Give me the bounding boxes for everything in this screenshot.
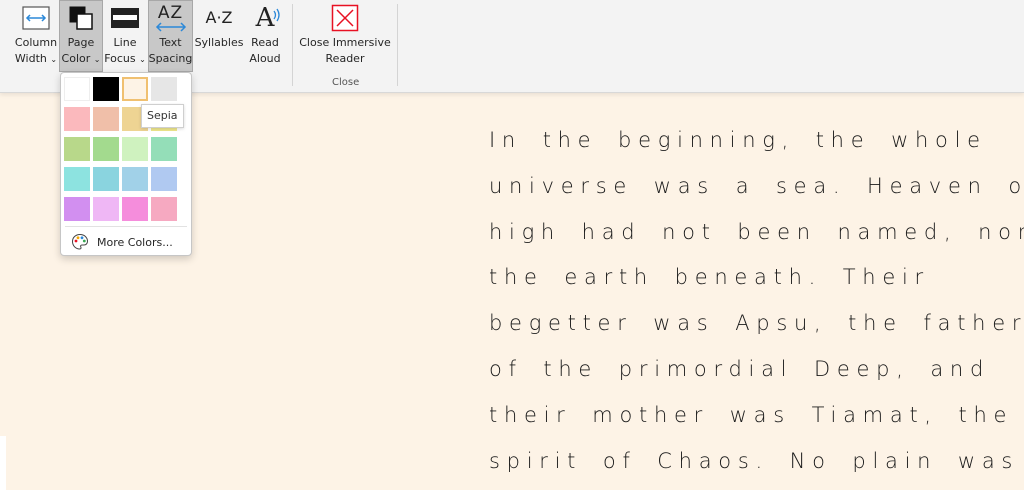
page-color-label-2: Color (61, 52, 91, 65)
close-icon (300, 1, 390, 35)
close-reader-label-1: Close Immersive (299, 36, 391, 49)
column-width-label-2: Width (14, 52, 47, 65)
color-swatch-black[interactable] (93, 77, 119, 101)
text-spacing-label-2: Spacing (148, 52, 193, 65)
close-reader-label-2: Reader (325, 52, 365, 65)
chevron-down-icon: ⌄ (50, 55, 58, 64)
chevron-down-icon: ⌄ (93, 55, 101, 64)
color-swatch-white[interactable] (64, 77, 90, 101)
ribbon-divider (292, 4, 293, 86)
color-swatch-sky-blue[interactable] (122, 167, 148, 191)
color-swatch-pink[interactable] (64, 107, 90, 131)
color-swatch-light-gray[interactable] (151, 77, 177, 101)
text-spacing-icon: AZ (149, 1, 192, 35)
read-aloud-label-1: Read (251, 36, 279, 49)
text-line: universe was a sea. Heaven on (489, 173, 1024, 198)
column-width-label-1: Column (14, 36, 58, 49)
more-colors-label: More Colors... (97, 235, 173, 249)
syllables-icon-text: A·Z (205, 8, 233, 27)
close-immersive-reader-button[interactable]: Close Immersive Reader (299, 0, 391, 72)
line-focus-label-1: Line (113, 36, 137, 49)
color-swatch-peach[interactable] (93, 107, 119, 131)
page-color-button[interactable]: Page Color ⌄ (59, 0, 103, 72)
color-swatch-light-green[interactable] (122, 137, 148, 161)
column-width-button[interactable]: Column Width ⌄ (10, 0, 62, 72)
read-aloud-label-2: Aloud (249, 52, 281, 65)
chevron-down-icon: ⌄ (139, 55, 146, 64)
color-swatch-magenta[interactable] (122, 197, 148, 221)
text-line: begetter was Apsu, the father (489, 311, 1024, 336)
reading-text: In the beginning, the whole universe was… (489, 118, 1024, 484)
color-swatch-green[interactable] (93, 137, 119, 161)
text-spacing-label-1: Text (159, 36, 182, 49)
color-swatch-teal[interactable] (93, 167, 119, 191)
color-swatch-rose[interactable] (151, 197, 177, 221)
color-swatch-aqua[interactable] (64, 167, 90, 191)
sepia-tooltip: Sepia (141, 104, 184, 128)
text-line: the earth beneath. Their (489, 265, 930, 290)
page-color-icon (60, 1, 102, 35)
syllables-icon: A·Z (195, 1, 243, 35)
page-color-dropdown: More Colors... (60, 72, 192, 256)
text-spacing-button[interactable]: AZ Text Spacing (148, 0, 193, 72)
ribbon-divider (397, 4, 398, 86)
close-group-label: Close (332, 77, 360, 88)
color-swatch-periwinkle[interactable] (151, 167, 177, 191)
dropdown-divider (65, 226, 187, 227)
syllables-button[interactable]: A·Z Syllables (194, 0, 244, 72)
palette-icon (71, 233, 89, 250)
line-focus-icon (104, 1, 146, 35)
column-width-icon (11, 1, 61, 35)
text-line: high had not been named, nor (489, 219, 1024, 244)
text-spacing-icon-text: AZ (157, 3, 184, 23)
color-swatch-olive-green[interactable] (64, 137, 90, 161)
syllables-label: Syllables (194, 36, 244, 49)
color-swatch-mint[interactable] (151, 137, 177, 161)
line-focus-label-2: Focus (104, 52, 136, 65)
text-line: of the primordial Deep, and (489, 356, 991, 381)
more-colors-button[interactable]: More Colors... (71, 233, 173, 251)
text-line: spirit of Chaos. No plain was (489, 448, 1020, 473)
text-line: In the beginning, the whole (489, 128, 987, 152)
read-aloud-icon: A (246, 1, 284, 35)
page-color-label-1: Page (67, 36, 95, 49)
text-line: their mother was Tiamat, the (489, 402, 1014, 427)
color-swatch-purple[interactable] (64, 197, 90, 221)
left-edge-strip (0, 436, 6, 490)
color-swatch-sepia[interactable] (122, 77, 148, 101)
line-focus-button[interactable]: Line Focus ⌄ (103, 0, 147, 72)
read-aloud-button[interactable]: A Read Aloud (245, 0, 285, 72)
color-swatch-lavender[interactable] (93, 197, 119, 221)
